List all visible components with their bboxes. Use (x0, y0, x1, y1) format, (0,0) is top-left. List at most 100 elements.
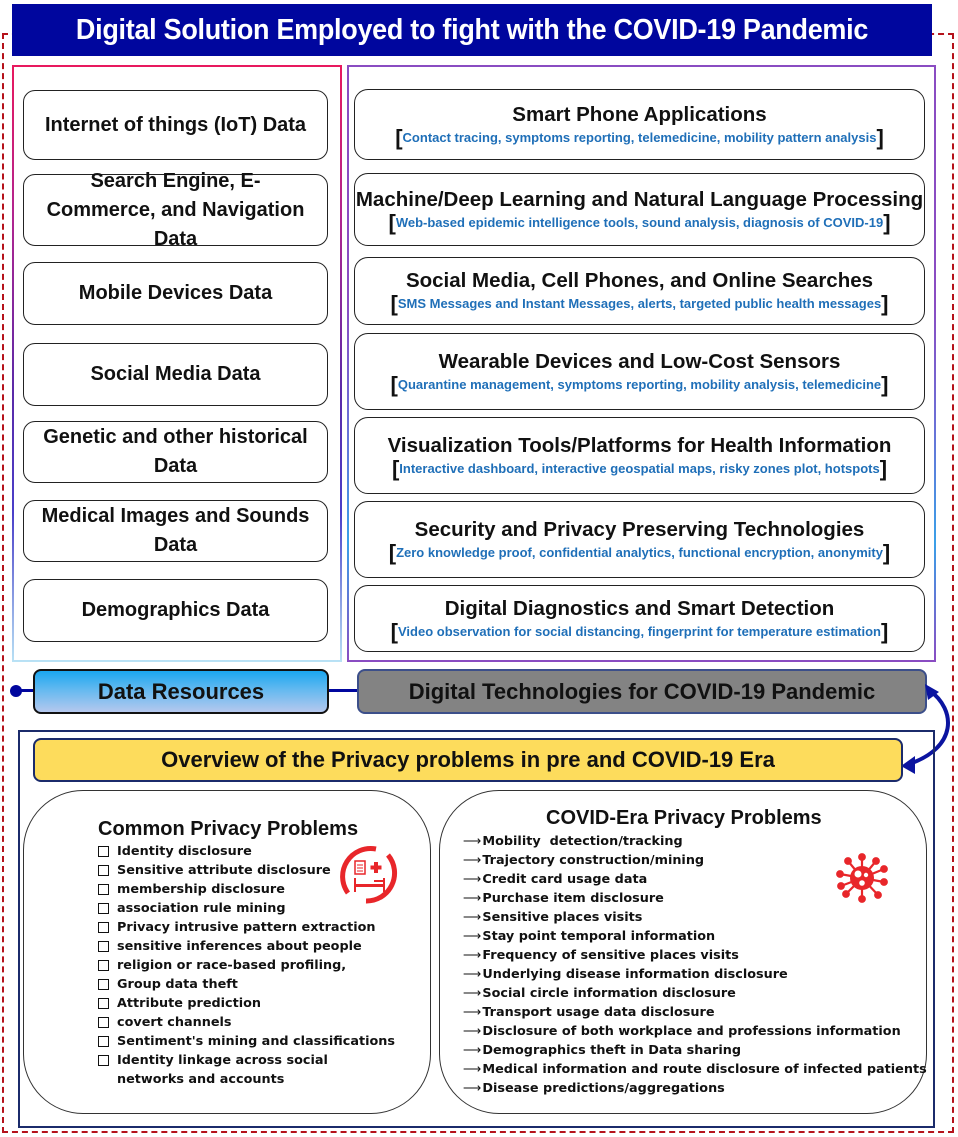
common-privacy-item: Privacy intrusive pattern extraction (96, 918, 396, 937)
bracket-close: ] (883, 209, 891, 235)
bracket-close: ] (881, 291, 889, 316)
digital-technologies-label: Digital Technologies for COVID-19 Pandem… (357, 669, 927, 714)
common-privacy-item-text: Sentiment's mining and classifications (117, 1034, 396, 1049)
covid-privacy-item-text: Mobility detection/tracking (482, 834, 683, 849)
tech-item-wearables: Wearable Devices and Low-Cost Sensors [Q… (354, 333, 925, 410)
covid-privacy-item: ⟶ Demographics theft in Data sharing (463, 1041, 927, 1060)
checkbox-icon (98, 846, 109, 857)
covid-privacy-item-text: Purchase item disclosure (482, 891, 664, 906)
covid-privacy-item-text: Underlying disease information disclosur… (482, 967, 788, 982)
covid-privacy-item-text: Credit card usage data (482, 872, 648, 887)
covid-privacy-item: ⟶ Social circle information disclosure (463, 984, 927, 1003)
tech-item-digital-diagnostics: Digital Diagnostics and Smart Detection … (354, 585, 925, 652)
data-item-search-engine: Search Engine, E-Commerce, and Navigatio… (23, 170, 328, 250)
common-privacy-item-text: Identity linkage across social networks … (117, 1053, 328, 1087)
common-privacy-item-text: Identity disclosure (117, 844, 252, 859)
covid-privacy-item: ⟶ Frequency of sensitive places visits (463, 946, 927, 965)
checkbox-icon (98, 941, 109, 952)
common-privacy-item: covert channels (96, 1013, 396, 1032)
covid-privacy-item: ⟶ Underlying disease information disclosu… (463, 965, 927, 984)
checkbox-icon (98, 903, 109, 914)
data-item-mobile-devices: Mobile Devices Data (23, 262, 328, 325)
checkbox-icon (98, 865, 109, 876)
checkbox-icon (98, 960, 109, 971)
tech-item-visualization: Visualization Tools/Platforms for Health… (354, 417, 925, 494)
covid-privacy-item: ⟶ Disease predictions/aggregations (463, 1079, 927, 1098)
covid-privacy-item-text: Disease predictions/aggregations (482, 1081, 725, 1096)
covid-privacy-item: ⟶ Stay point temporal information (463, 927, 927, 946)
data-item-iot: Internet of things (IoT) Data (23, 90, 328, 160)
bracket-close: ] (881, 371, 889, 397)
common-privacy-item: sensitive inferences about people (96, 937, 396, 956)
common-privacy-item-text: Privacy intrusive pattern extraction (117, 920, 376, 935)
covid-privacy-item: ⟶ Sensitive places visits (463, 908, 927, 927)
common-privacy-item: Sentiment's mining and classifications (96, 1032, 396, 1051)
checkbox-icon (98, 884, 109, 895)
data-resources-label: Data Resources (33, 669, 329, 714)
arrow-right-icon: ⟶ (463, 1062, 482, 1077)
data-item-demographics: Demographics Data (23, 579, 328, 642)
bracket-close: ] (881, 618, 889, 644)
covid-privacy-item-text: Trajectory construction/mining (482, 853, 705, 868)
covid-privacy-item: ⟶ Mobility detection/tracking (463, 832, 927, 851)
common-privacy-item: Group data theft (96, 975, 396, 994)
privacy-overview-title: Overview of the Privacy problems in pre … (33, 738, 903, 782)
data-item-medical-images: Medical Images and Sounds Data (23, 500, 328, 562)
common-privacy-item: Identity linkage across social networks … (96, 1051, 396, 1089)
data-item-social-media: Social Media Data (23, 343, 328, 406)
title-bar: Digital Solution Employed to fight with … (12, 4, 932, 56)
covid-privacy-item: ⟶ Medical information and route disclosur… (463, 1060, 927, 1079)
common-privacy-item-text: Group data theft (117, 977, 238, 992)
common-privacy-item-text: Sensitive attribute disclosure (117, 863, 331, 878)
bracket-open: [ (390, 618, 398, 644)
bracket-close: ] (876, 124, 884, 150)
arrow-right-icon: ⟶ (463, 872, 482, 887)
common-privacy-item-text: Attribute prediction (117, 996, 262, 1011)
covid-privacy-item-text: Frequency of sensitive places visits (482, 948, 739, 963)
checkbox-icon (98, 1055, 109, 1066)
common-privacy-title: Common Privacy Problems (98, 818, 359, 840)
arrow-right-icon: ⟶ (463, 834, 482, 849)
covid-privacy-item-text: Stay point temporal information (482, 929, 716, 944)
covid-privacy-item-text: Medical information and route disclosure… (482, 1062, 927, 1077)
arrow-right-icon: ⟶ (463, 1081, 482, 1096)
bracket-open: [ (391, 455, 400, 481)
covid-privacy-item-text: Transport usage data disclosure (482, 1005, 715, 1020)
bracket-open: [ (388, 209, 396, 235)
virus-icon (836, 853, 888, 903)
tech-item-ml-nlp: Machine/Deep Learning and Natural Langua… (354, 173, 925, 246)
arrow-right-icon: ⟶ (463, 853, 482, 868)
checkbox-icon (98, 979, 109, 990)
tech-item-social-media: Social Media, Cell Phones, and Online Se… (354, 257, 925, 325)
common-privacy-item-text: sensitive inferences about people (117, 939, 362, 954)
common-privacy-item: religion or race-based profiling, (96, 956, 396, 975)
page-title: Digital Solution Employed to fight with … (44, 4, 900, 56)
arrow-right-icon: ⟶ (463, 948, 482, 963)
bracket-open: [ (390, 291, 398, 316)
checkbox-icon (98, 998, 109, 1009)
covid-privacy-item-text: Demographics theft in Data sharing (482, 1043, 742, 1058)
data-item-genetic: Genetic and other historical Data (23, 421, 328, 483)
common-privacy-item: Attribute prediction (96, 994, 396, 1013)
covid-privacy-item: ⟶ Transport usage data disclosure (463, 1003, 927, 1022)
common-privacy-item-text: covert channels (117, 1015, 232, 1030)
bracket-close: ] (882, 539, 891, 565)
covid-privacy-item: ⟶ Disclosure of both workplace and profes… (463, 1022, 927, 1041)
covid-privacy-item-text: Social circle information disclosure (482, 986, 736, 1001)
hospital-bed-icon (340, 846, 397, 904)
checkbox-icon (98, 922, 109, 933)
tech-item-security-privacy: Security and Privacy Preserving Technolo… (354, 501, 925, 578)
arrow-right-icon: ⟶ (463, 891, 482, 906)
connector-line (20, 689, 34, 692)
covid-privacy-item-text: Sensitive places visits (482, 910, 643, 925)
arrow-right-icon: ⟶ (463, 967, 482, 982)
covid-privacy-title: COVID-Era Privacy Problems (546, 807, 822, 829)
arrow-right-icon: ⟶ (463, 1005, 482, 1020)
arrow-right-icon: ⟶ (463, 929, 482, 944)
tech-item-smart-phone: Smart Phone Applications [Contact tracin… (354, 89, 925, 160)
arrow-right-icon: ⟶ (463, 910, 482, 925)
common-privacy-item-text: association rule mining (117, 901, 286, 916)
bracket-open: [ (388, 539, 397, 565)
checkbox-icon (98, 1017, 109, 1028)
bracket-open: [ (395, 124, 403, 150)
